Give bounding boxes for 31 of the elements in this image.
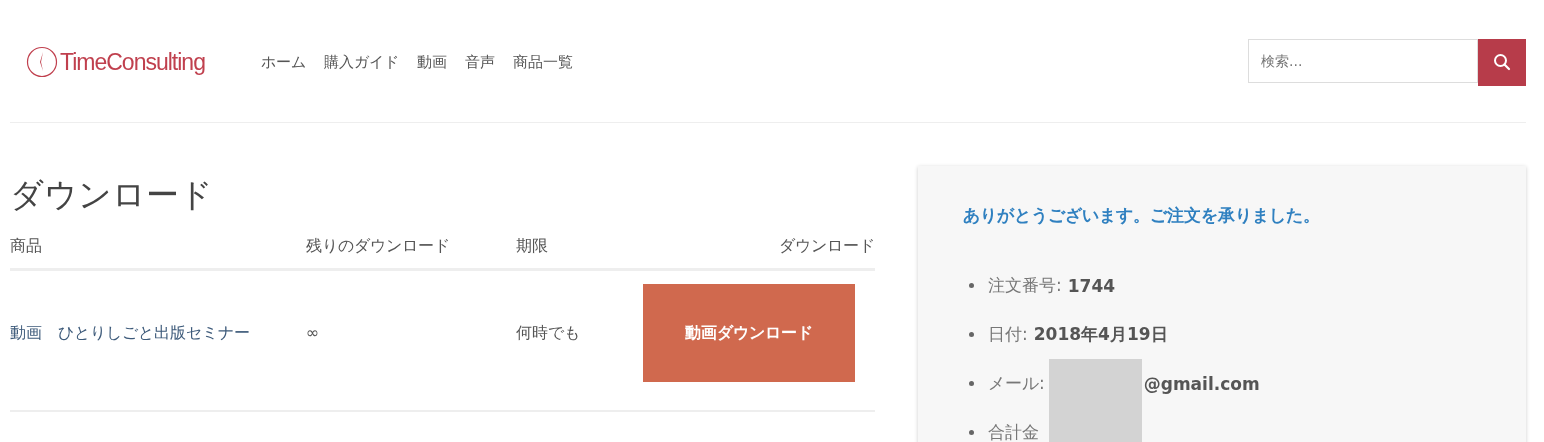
bullet-icon [969, 283, 974, 288]
detail-value: 1744 [1067, 275, 1116, 296]
detail-label: メール: [988, 372, 1045, 395]
bullet-icon [969, 381, 974, 386]
column-header: 商品 [10, 238, 306, 270]
nav-link[interactable]: ホーム [260, 52, 306, 72]
page-title: ダウンロード [10, 174, 214, 216]
logo-text: TimeConsulting [60, 48, 205, 76]
bullet-icon [969, 430, 974, 435]
search-button[interactable] [1478, 38, 1526, 86]
bullet-icon [969, 332, 974, 337]
table-cell: ∞ [305, 269, 516, 411]
column-header: 期限 [515, 238, 643, 270]
search-icon [1493, 53, 1511, 71]
column-header: 残りのダウンロード [305, 238, 516, 270]
detail-label: 合計金 [988, 421, 1039, 442]
nav-link[interactable]: 商品一覧 [512, 52, 573, 72]
column-header: ダウンロード [643, 238, 875, 270]
nav-link[interactable]: 購入ガイド [323, 52, 399, 72]
site-logo[interactable]: TimeConsulting [26, 46, 205, 78]
product-link[interactable]: 動画 ひとりしごと出版セミナー [10, 269, 306, 411]
thank-you-message: ありがとうございます。ご注文を承りました。 [963, 204, 1321, 227]
search-field[interactable]: 検索... [1248, 38, 1478, 83]
detail-value: @gmail.com [1143, 373, 1260, 394]
detail-label: 日付: [988, 323, 1028, 346]
download-button[interactable]: 動画ダウンロード [643, 284, 855, 382]
nav-link[interactable]: 動画 [416, 52, 447, 72]
clock-icon [26, 46, 58, 78]
nav-link[interactable]: 音声 [464, 52, 495, 72]
detail-label: 注文番号: [988, 274, 1062, 297]
detail-value: 2018年4月19日 [1033, 323, 1168, 346]
